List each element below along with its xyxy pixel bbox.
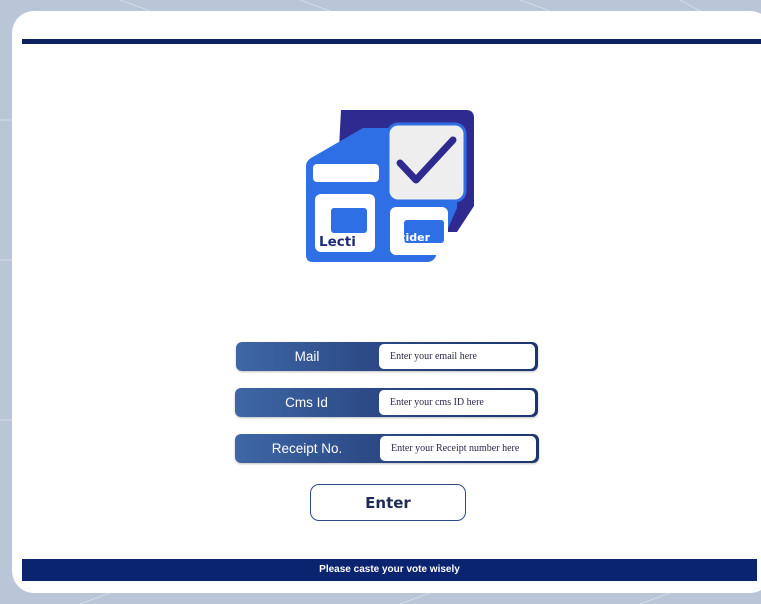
electicider-logo: Lecti cider — [306, 110, 474, 262]
mail-row: Mail — [236, 342, 538, 371]
cms-label: Cms Id — [285, 395, 328, 410]
footer-bar: Please caste your vote wisely — [22, 559, 757, 581]
logo-text-left: Lecti — [319, 234, 356, 250]
cms-row: Cms Id — [235, 388, 538, 417]
enter-button[interactable]: Enter — [310, 484, 466, 521]
receipt-number-input[interactable] — [380, 436, 536, 461]
cms-id-input[interactable] — [379, 390, 535, 415]
email-input[interactable] — [379, 344, 535, 369]
mail-label: Mail — [294, 349, 320, 364]
logo-text-right: cider — [399, 231, 431, 244]
receipt-row: Receipt No. — [235, 434, 539, 463]
receipt-label: Receipt No. — [271, 441, 343, 456]
top-divider — [22, 39, 761, 44]
footer-text: Please caste your vote wisely — [319, 564, 460, 575]
